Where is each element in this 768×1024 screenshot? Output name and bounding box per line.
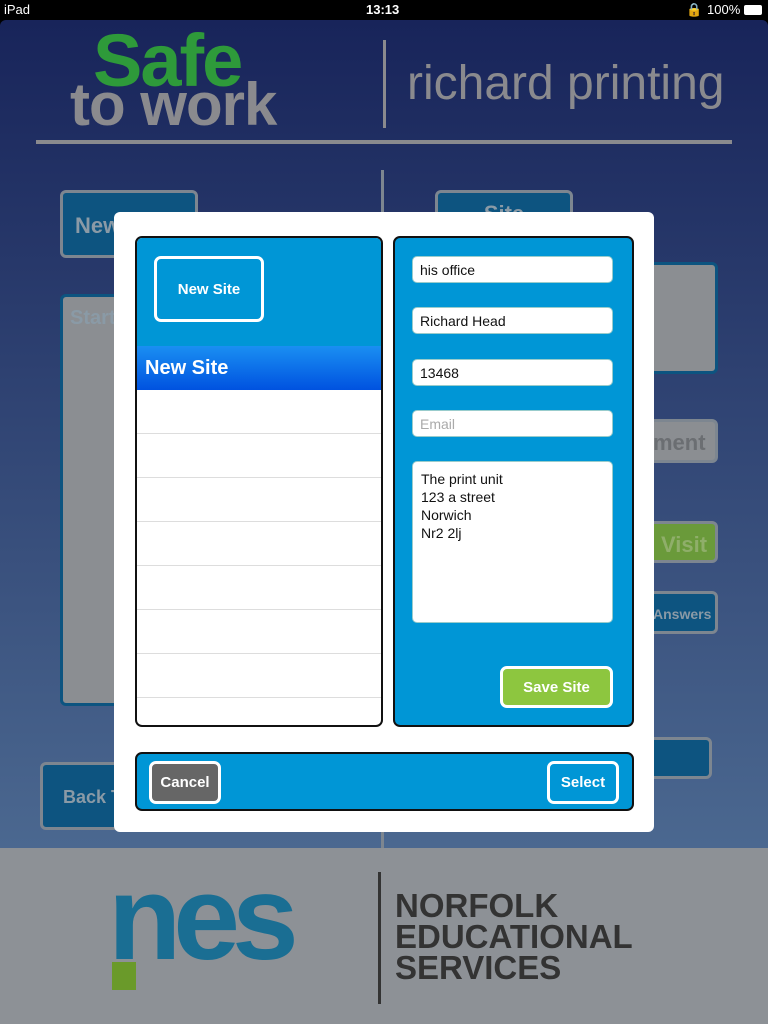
nes-logo-square (112, 962, 136, 990)
footer-divider (378, 872, 381, 1004)
select-button[interactable]: Select (547, 761, 619, 804)
battery-percent: 100% (707, 2, 741, 17)
org-line-3: SERVICES (395, 949, 562, 986)
empty-row (137, 566, 381, 610)
start-panel-title: Start (70, 307, 116, 329)
org-line-2: EDUCATIONAL (395, 918, 633, 955)
empty-row (137, 610, 381, 654)
site-list-header: New Site (137, 238, 381, 346)
empty-row (137, 390, 381, 434)
nes-logo: nes (108, 851, 299, 985)
status-bar: iPad 13:13 🔒 100% (0, 0, 768, 20)
org-line-1: NORFOLK (395, 887, 559, 924)
rotation-lock-icon: 🔒 (686, 2, 703, 17)
device-label: iPad (4, 2, 31, 17)
logo-to-work: to work (70, 71, 277, 138)
empty-row (137, 434, 381, 478)
header-rule (36, 140, 732, 144)
new-site-button[interactable]: New Site (154, 256, 264, 322)
header-divider (383, 40, 386, 128)
clock: 13:13 (366, 2, 400, 17)
empty-row (137, 654, 381, 698)
empty-row (137, 478, 381, 522)
save-site-button[interactable]: Save Site (500, 666, 613, 708)
address-textarea[interactable]: The print unit 123 a street Norwich Nr2 … (412, 461, 613, 623)
site-name-field[interactable]: his office (412, 256, 613, 283)
email-field[interactable]: Email (412, 410, 613, 437)
company-name: richard printing (407, 57, 725, 110)
site-list-panel: New Site New Site (135, 236, 383, 727)
phone-field[interactable]: 13468 (412, 359, 613, 386)
site-list-item-selected[interactable]: New Site (137, 346, 381, 390)
org-name: NORFOLK EDUCATIONAL SERVICES (395, 887, 633, 986)
footer: nes NORFOLK EDUCATIONAL SERVICES (0, 848, 768, 1024)
cancel-button[interactable]: Cancel (149, 761, 221, 804)
battery-icon (744, 5, 762, 15)
empty-row (137, 522, 381, 566)
contact-name-field[interactable]: Richard Head (412, 307, 613, 334)
